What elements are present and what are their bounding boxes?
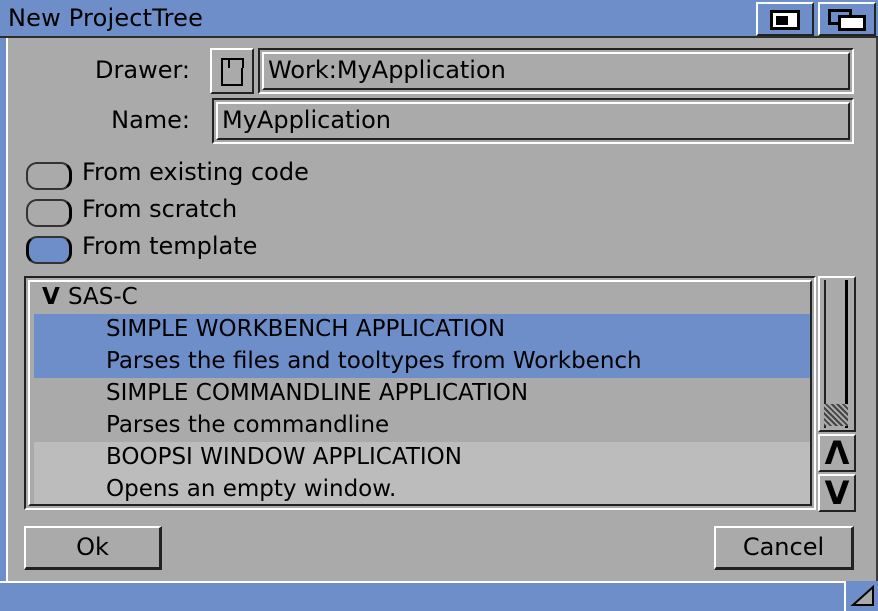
cancel-button[interactable]: Cancel xyxy=(714,526,854,570)
option-label: From scratch xyxy=(82,195,238,223)
depth-button[interactable] xyxy=(818,2,876,36)
option-label: From existing code xyxy=(82,158,309,186)
template-list[interactable]: V SAS-C SIMPLE WORKBENCH APPLICATION Par… xyxy=(24,276,816,510)
window-bottom-border xyxy=(0,581,878,611)
name-field-value: MyApplication xyxy=(222,106,392,134)
window-title: New ProjectTree xyxy=(8,4,204,32)
drawer-label: Drawer: xyxy=(95,56,190,84)
arrow-up-icon: Λ xyxy=(824,434,850,472)
radio-button-selected[interactable] xyxy=(26,236,72,264)
arrow-down-icon: V xyxy=(824,474,850,512)
resize-icon xyxy=(850,585,874,606)
radio-button[interactable] xyxy=(26,199,72,227)
drawer-field[interactable]: Work:MyApplication xyxy=(258,48,854,94)
scroll-track[interactable] xyxy=(818,276,856,432)
ok-button[interactable]: Ok xyxy=(24,526,162,570)
drawer-popup-button[interactable] xyxy=(210,48,254,94)
radio-button[interactable] xyxy=(26,162,72,190)
list-scrollbar[interactable]: Λ V xyxy=(818,276,856,512)
title-bar[interactable]: New ProjectTree xyxy=(0,0,878,38)
list-item-description[interactable]: Opens an empty window. xyxy=(34,474,810,504)
list-item-description[interactable]: Parses the commandline xyxy=(34,410,810,442)
scroll-grip xyxy=(824,404,848,426)
zoom-button[interactable] xyxy=(756,2,814,36)
group-label: SAS-C xyxy=(68,284,138,310)
list-group-header[interactable]: V SAS-C xyxy=(34,282,810,314)
scroll-up-button[interactable]: Λ xyxy=(818,434,856,472)
zoom-icon xyxy=(770,10,800,30)
scroll-down-button[interactable]: V xyxy=(818,474,856,512)
name-label: Name: xyxy=(111,106,190,134)
name-field[interactable]: MyApplication xyxy=(212,98,854,144)
list-item-description[interactable]: Parses the files and tooltypes from Work… xyxy=(34,346,810,378)
option-label: From template xyxy=(82,232,258,260)
list-item-name[interactable]: BOOPSI WINDOW APPLICATION xyxy=(34,442,810,474)
folder-icon xyxy=(221,58,244,86)
drawer-field-value: Work:MyApplication xyxy=(268,56,506,84)
list-item-name[interactable]: SIMPLE WORKBENCH APPLICATION xyxy=(34,314,810,346)
list-item-name[interactable]: SIMPLE COMMANDLINE APPLICATION xyxy=(34,378,810,410)
resize-handle[interactable] xyxy=(844,581,878,611)
expand-arrow-icon: V xyxy=(42,284,60,310)
window-left-border xyxy=(0,38,8,581)
